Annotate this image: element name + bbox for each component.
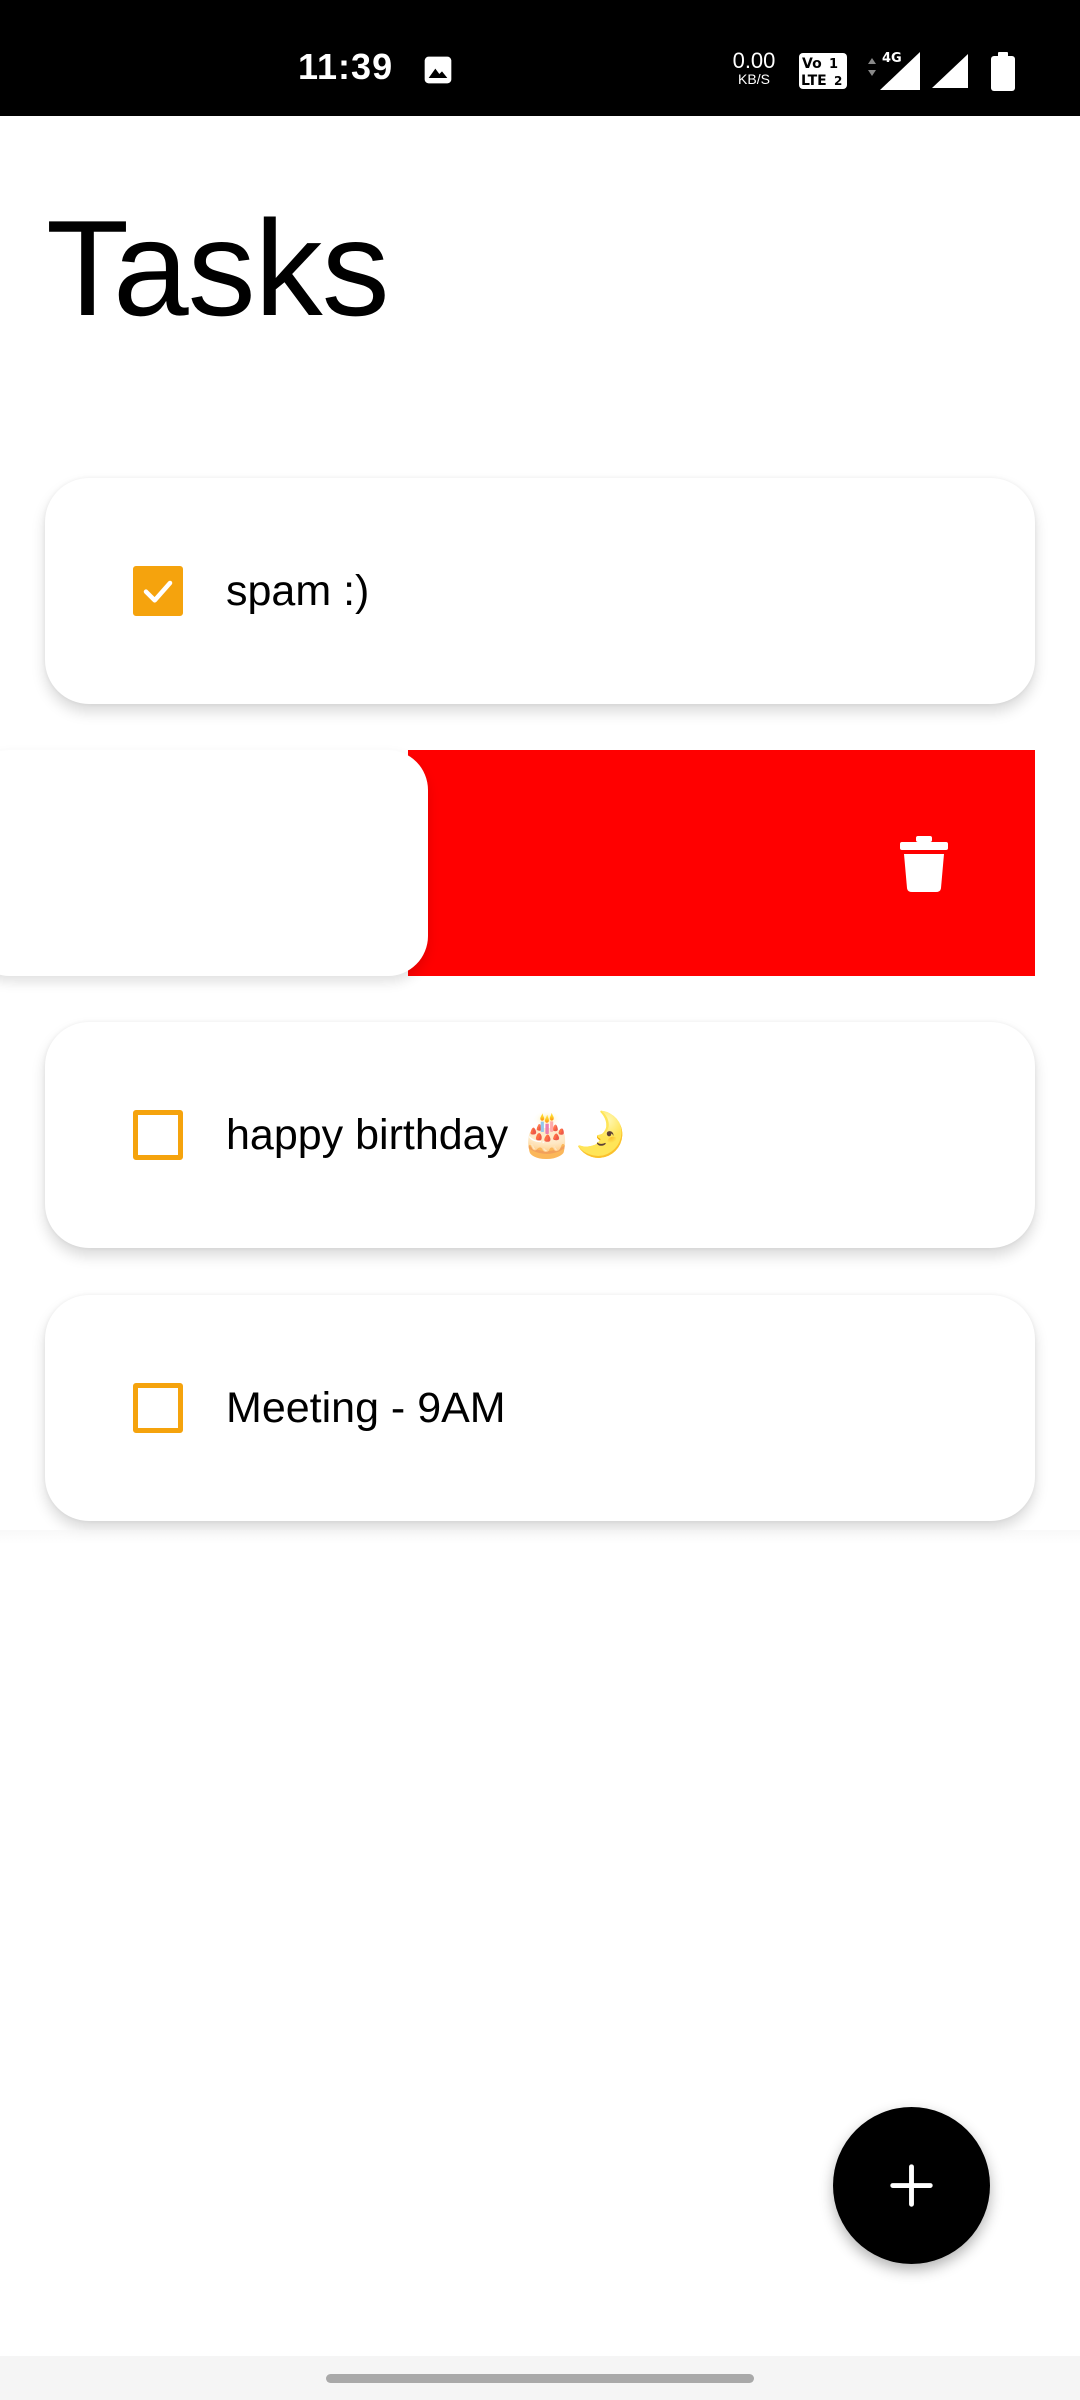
navigation-bar (0, 2356, 1080, 2400)
task-card[interactable]: happy birthday 🎂🌛 (45, 1022, 1035, 1248)
delete-action-background[interactable] (408, 750, 1035, 976)
svg-text:4G: 4G (882, 51, 902, 66)
task-text: Meeting - 9AM (226, 1384, 506, 1432)
status-time: 11:39 (298, 46, 394, 87)
task-text: happy birthday 🎂🌛 (226, 1111, 628, 1159)
signal-icon: 4G (868, 51, 920, 90)
gesture-handle[interactable] (326, 2374, 754, 2383)
task-checkbox[interactable] (133, 566, 183, 616)
swiped-task-card[interactable] (0, 750, 428, 976)
battery-icon (991, 52, 1015, 91)
task-checkbox[interactable] (133, 1383, 183, 1433)
task-card[interactable]: Meeting - 9AM (45, 1295, 1035, 1521)
volte-icon: Vo 1 LTE 2 (799, 53, 847, 89)
task-text: spam :) (226, 567, 370, 615)
svg-text:1: 1 (829, 57, 838, 72)
gallery-icon (424, 56, 452, 84)
list-bottom-edge (0, 1530, 1080, 1544)
svg-text:2: 2 (834, 74, 842, 88)
net-speed: 0.00 KB/S (732, 48, 776, 87)
check-icon (143, 580, 173, 603)
page-title: Tasks (46, 192, 390, 344)
task-checkbox[interactable] (133, 1110, 183, 1160)
add-task-button[interactable] (833, 2107, 990, 2264)
status-bar: 11:39 0.00 KB/S Vo 1 LTE 2 4G (0, 0, 1080, 116)
task-card[interactable]: spam :) (45, 478, 1035, 704)
svg-text:Vo: Vo (802, 56, 822, 72)
svg-text:LTE: LTE (801, 73, 827, 89)
signal-icon (932, 54, 968, 88)
plus-icon (890, 2164, 933, 2207)
trash-icon[interactable] (900, 836, 948, 892)
